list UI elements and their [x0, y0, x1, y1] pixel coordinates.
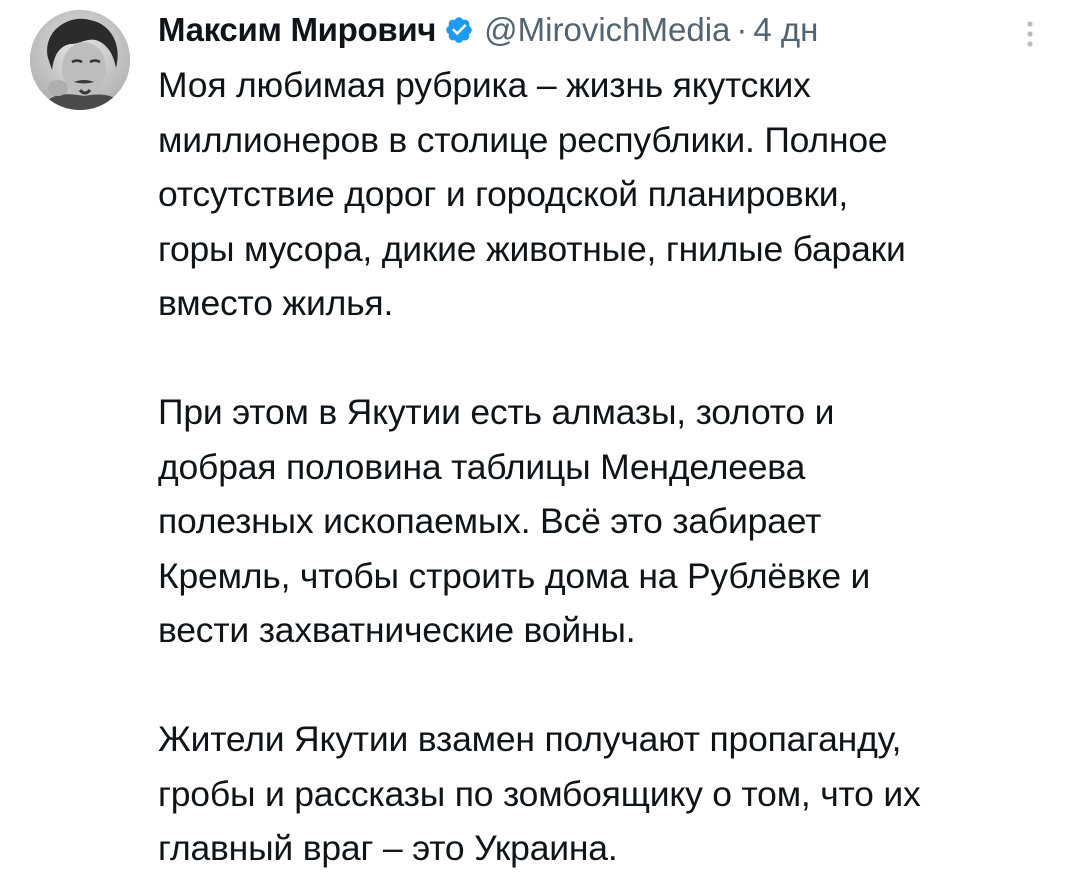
author-display-name[interactable]: Максим Мирович	[158, 11, 436, 49]
tweet-paragraph: Моя любимая рубрика – жизнь якутских мил…	[158, 58, 1058, 331]
tweet-line: Кремль, чтобы строить дома на Рублёвке и	[158, 555, 871, 596]
tweet-line: При этом в Якутии есть алмазы, золото и	[158, 392, 835, 432]
tweet-line: гробы и рассказы по зомбоящику о том, чт…	[158, 773, 921, 814]
tweet-line: главный враг – это Украина.	[158, 828, 618, 868]
separator-dot: ·	[736, 11, 748, 48]
tweet-paragraph: Жители Якутии взамен получают пропаганду…	[158, 712, 1058, 876]
tweet-line: добрая половина таблицы Менделеева	[158, 446, 806, 487]
author-avatar[interactable]	[30, 10, 130, 110]
tweet-paragraph: При этом в Якутии есть алмазы, золото и …	[158, 385, 1058, 658]
tweet-line: Жители Якутии взамен получают пропаганду…	[158, 719, 902, 759]
tweet-line: горы мусора, дикие животные, гнилые бара…	[158, 228, 906, 269]
tweet-text: Моя любимая рубрика – жизнь якутских мил…	[158, 58, 1058, 876]
tweet-line: Моя любимая рубрика – жизнь якутских	[158, 65, 811, 105]
tweet-line: полезных ископаемых. Всё это забирает	[158, 501, 822, 541]
tweet-line: вести захватнические войны.	[158, 610, 636, 650]
verified-badge-icon	[444, 15, 474, 45]
avatar-photo	[30, 10, 130, 110]
tweet-line: отсутствие дорог и городской планировки,	[158, 174, 849, 214]
tweet: Максим Мирович @MirovichMedia · 4 дн Моя…	[0, 0, 1080, 868]
tweet-line: миллионеров в столице республики. Полное	[158, 119, 888, 160]
tweet-header: Максим Мирович @MirovichMedia · 4 дн	[158, 8, 818, 52]
tweet-line: вместо жилья.	[158, 283, 394, 323]
author-handle[interactable]: @MirovichMedia	[484, 11, 730, 49]
tweet-timestamp[interactable]: 4 дн	[753, 11, 818, 49]
more-vertical-icon[interactable]	[1016, 14, 1044, 54]
